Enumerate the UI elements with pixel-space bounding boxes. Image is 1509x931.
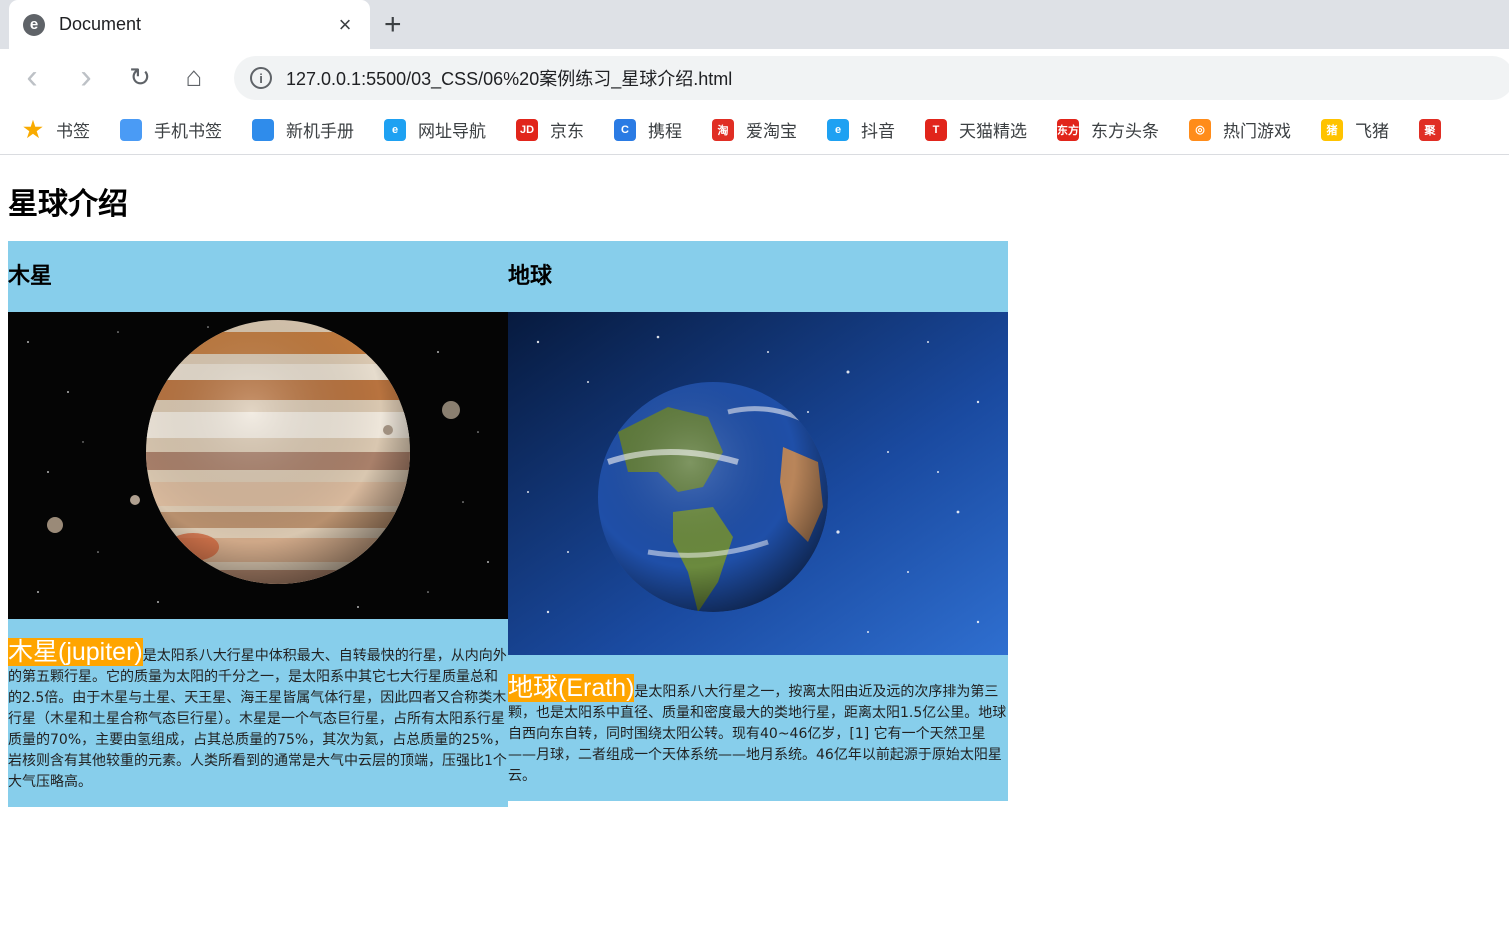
card-heading: 地球 bbox=[508, 264, 553, 289]
bookmark-label: 爱淘宝 bbox=[746, 122, 797, 142]
douyin-icon: e bbox=[827, 118, 849, 141]
card-description: 木星(jupiter)是太阳系八大行星中体积最大、自转最快的行星，从内向外的第五… bbox=[8, 619, 508, 807]
bookmark-item[interactable]: 手机书签 bbox=[120, 117, 222, 142]
bookmark-label: 携程 bbox=[648, 122, 682, 142]
bookmark-item[interactable]: 东方 东方头条 bbox=[1057, 117, 1159, 142]
url-text[interactable]: 127.0.0.1:5500/03_CSS/06%20案例练习_星球介绍.htm… bbox=[286, 65, 732, 91]
bookmark-label: 网址导航 bbox=[418, 122, 486, 142]
planet-name-highlight: 木星(jupiter) bbox=[8, 638, 143, 666]
browser-toolbar: ‹ › ↻ ⌂ i 127.0.0.1:5500/03_CSS/06%20案例练… bbox=[0, 49, 1509, 105]
bookmark-label: 京东 bbox=[550, 122, 584, 142]
tmall-icon: T bbox=[925, 118, 947, 141]
earth-image bbox=[508, 312, 1008, 655]
bookmark-label: 手机书签 bbox=[154, 122, 222, 142]
bookmark-item[interactable]: e 网址导航 bbox=[384, 117, 486, 142]
taobao-icon: 淘 bbox=[712, 118, 734, 141]
bookmark-item[interactable]: 淘爱淘宝 bbox=[712, 117, 797, 142]
bookmark-label: 飞猪 bbox=[1355, 122, 1389, 142]
reload-icon[interactable]: ↻ bbox=[126, 62, 154, 92]
address-bar[interactable]: i 127.0.0.1:5500/03_CSS/06%20案例练习_星球介绍.h… bbox=[234, 56, 1509, 100]
bookmark-item[interactable]: JD 京东 bbox=[516, 117, 584, 142]
back-icon[interactable]: ‹ bbox=[18, 58, 46, 96]
ctrip-icon: C bbox=[614, 118, 636, 141]
bookmark-item[interactable]: ◎ 热门游戏 bbox=[1189, 117, 1291, 142]
browser-favicon-icon: e bbox=[23, 13, 45, 36]
bookmark-item[interactable]: T 天猫精选 bbox=[925, 117, 1027, 142]
site-info-icon[interactable]: i bbox=[250, 67, 272, 89]
toutiao-icon: 东方 bbox=[1057, 118, 1079, 141]
bookmark-item[interactable]: 猪飞猪 bbox=[1321, 117, 1389, 142]
bookmark-item[interactable]: ★ 书签 bbox=[22, 116, 90, 143]
bookmarks-bar: ★ 书签 手机书签 新机手册 e 网址导航 JD 京东 C 携程 淘爱淘宝 e 抖音 T 天猫精选 东方 东方头… bbox=[0, 105, 1509, 155]
book-icon bbox=[252, 118, 274, 141]
bookmark-label: 新机手册 bbox=[286, 122, 354, 142]
ju-icon: 聚 bbox=[1419, 118, 1441, 141]
planet-name-highlight: 地球(Erath) bbox=[508, 674, 635, 702]
bookmark-item[interactable]: 聚 bbox=[1419, 118, 1453, 141]
tab-strip: e Document × + bbox=[0, 0, 1509, 49]
bookmark-item[interactable]: C 携程 bbox=[614, 117, 682, 142]
bookmark-label: 抖音 bbox=[861, 122, 895, 142]
star-icon: ★ bbox=[23, 116, 43, 142]
forward-icon[interactable]: › bbox=[72, 58, 100, 96]
bookmark-label: 东方头条 bbox=[1091, 122, 1159, 142]
bookmark-item[interactable]: 新机手册 bbox=[252, 117, 354, 142]
planet-description-text: 是太阳系八大行星中体积最大、自转最快的行星，从内向外的第五颗行星。它的质量为太阳… bbox=[8, 648, 508, 790]
planet-card-earth: 地球 地球(Erath)是太阳系八大行星之一，按离太阳由近及远的次序排为第三颗，… bbox=[508, 241, 1008, 801]
jupiter-image bbox=[8, 312, 508, 619]
browser-icon: e bbox=[384, 118, 406, 141]
phone-icon bbox=[120, 118, 142, 141]
new-tab-icon[interactable]: + bbox=[384, 8, 402, 42]
card-heading: 木星 bbox=[8, 264, 53, 289]
bookmark-label: 天猫精选 bbox=[959, 122, 1027, 142]
fliggy-icon: 猪 bbox=[1321, 118, 1343, 141]
game-icon: ◎ bbox=[1189, 118, 1211, 141]
home-icon[interactable]: ⌂ bbox=[180, 61, 208, 92]
tab-document[interactable]: e Document × bbox=[9, 0, 370, 49]
tab-title: Document bbox=[59, 14, 142, 34]
page-title: 星球介绍 bbox=[8, 187, 128, 222]
jd-icon: JD bbox=[516, 118, 538, 141]
bookmark-label: 热门游戏 bbox=[1223, 122, 1291, 142]
bookmark-label: 书签 bbox=[56, 122, 90, 142]
close-tab-icon[interactable]: × bbox=[334, 12, 356, 38]
card-description: 地球(Erath)是太阳系八大行星之一，按离太阳由近及远的次序排为第三颗，也是太… bbox=[508, 655, 1008, 801]
bookmark-item[interactable]: e 抖音 bbox=[827, 117, 895, 142]
planet-card-jupiter: 木星 木星(jupiter)是太阳系八大行星中体积最大、自转最快的行星，从内向外… bbox=[8, 241, 508, 807]
